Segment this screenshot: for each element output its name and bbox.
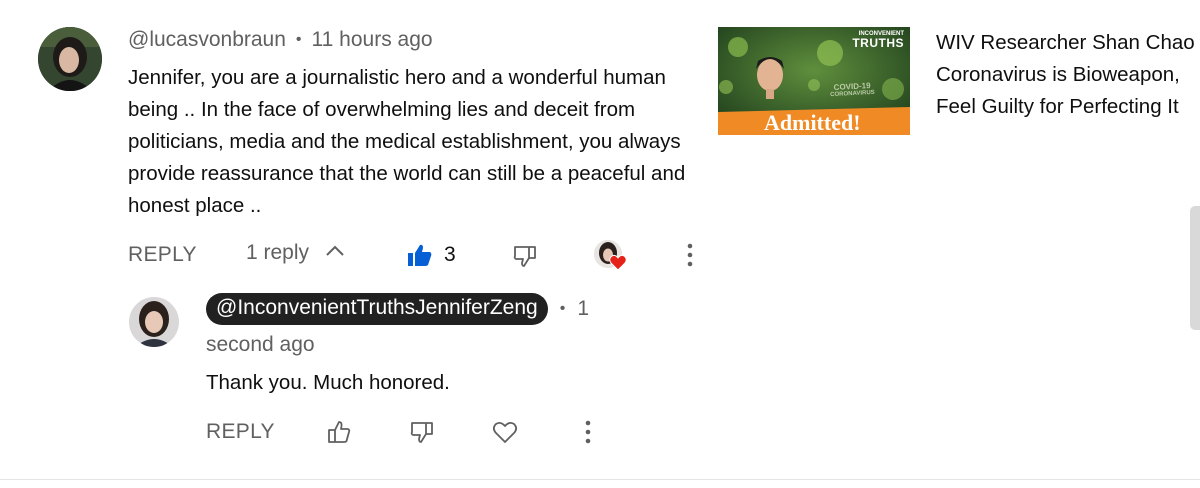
reply-author-chip[interactable]: @InconvenientTruthsJenniferZeng [206, 293, 548, 325]
divider [0, 479, 1200, 480]
comment-line: Jennifer, you are a journalistic hero an… [128, 66, 666, 89]
comment-line: honest place .. [128, 194, 262, 217]
replies-count-label: 1 reply [246, 241, 310, 264]
suggested-video-thumbnail[interactable]: INCONVENIENT TRUTHS COVID-19 CORONAVIRUS… [718, 27, 910, 135]
avatar-image [129, 297, 179, 347]
like-count: 3 [444, 243, 456, 266]
meta-separator: • [559, 300, 566, 317]
comment-timestamp[interactable]: 11 hours ago [312, 28, 433, 52]
reply-heart-button[interactable] [491, 419, 519, 445]
reply-like-button[interactable] [326, 419, 352, 445]
suggested-title-line: Coronavirus is Bioweapon, [936, 63, 1180, 86]
more-vert-icon [585, 420, 591, 444]
reply-button[interactable]: REPLY [128, 243, 197, 267]
thumbnail-banner-text: Admitted! [764, 110, 861, 135]
heart-outline-icon [492, 421, 518, 443]
dislike-button[interactable] [512, 243, 538, 269]
reply-author-avatar[interactable] [129, 297, 179, 347]
suggested-video-title[interactable]: WIV Researcher Shan Chao Coronavirus is … [936, 27, 1200, 123]
like-outline-icon [328, 421, 351, 443]
reply-dislike-button[interactable] [409, 419, 435, 445]
suggested-title-line: Feel Guilty for Perfecting It [936, 95, 1179, 118]
comment-author[interactable]: @lucasvonbraun [128, 28, 286, 52]
reply-timestamp-part[interactable]: 1 [577, 297, 589, 321]
commenter-avatar[interactable] [38, 27, 102, 91]
chevron-up-icon [325, 244, 345, 263]
dislike-icon [513, 246, 536, 267]
comment-line: politicians, media and the medical estab… [128, 130, 681, 153]
comment-line: provide reassurance that the world can s… [128, 162, 686, 185]
comment-text: Jennifer, you are a journalistic hero an… [128, 62, 708, 222]
meta-separator: • [295, 31, 302, 48]
like-filled-icon [408, 244, 432, 266]
reply-reply-button[interactable]: REPLY [206, 420, 275, 444]
reply-text: Thank you. Much honored. [206, 371, 450, 394]
thumbnail-badge-main: TRUTHS [852, 36, 904, 50]
toggle-replies-button[interactable]: 1 reply [246, 241, 345, 265]
creator-heart-icon [609, 254, 627, 271]
suggested-title-line: WIV Researcher Shan Chao [936, 31, 1195, 54]
avatar-image [38, 27, 102, 91]
dislike-icon [410, 422, 433, 443]
scrollbar-thumb[interactable] [1190, 206, 1200, 330]
comment-more-button[interactable] [680, 242, 700, 268]
like-button[interactable] [406, 242, 434, 268]
more-vert-icon [687, 243, 693, 267]
reply-more-button[interactable] [578, 419, 598, 445]
reply-timestamp[interactable]: second ago [206, 333, 315, 357]
comment-line: being .. In the face of overwhelming lie… [128, 98, 636, 121]
creator-heart-badge [594, 240, 628, 274]
